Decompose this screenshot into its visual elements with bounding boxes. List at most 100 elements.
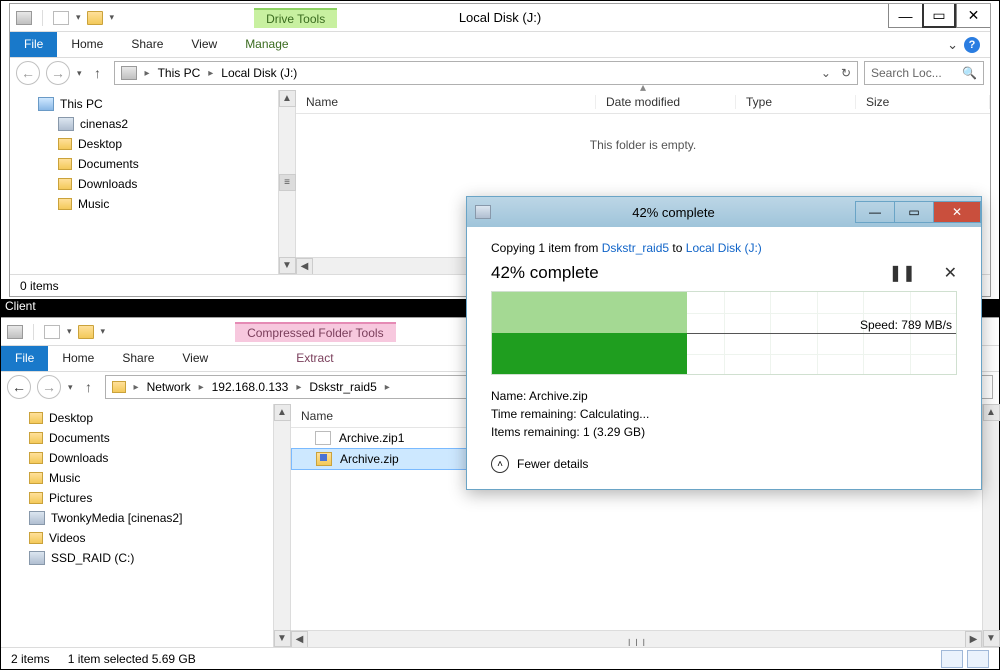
newfolder-icon[interactable]: [78, 325, 94, 339]
nav-item[interactable]: Desktop: [10, 134, 295, 154]
nav-pane[interactable]: This PC cinenas2 Desktop Documents Downl…: [10, 90, 296, 274]
collapse-handle-icon[interactable]: ▴: [640, 80, 646, 94]
nav-label: Pictures: [49, 491, 92, 505]
tab-file[interactable]: File: [10, 32, 57, 57]
scroll-down-button[interactable]: ▼: [274, 630, 291, 647]
pause-button[interactable]: ❚❚: [889, 263, 916, 283]
qat-more-icon[interactable]: ▾: [101, 326, 106, 337]
copy-source-link[interactable]: Dskstr_raid5: [602, 241, 669, 255]
nav-item[interactable]: Videos: [1, 528, 290, 548]
nav-forward-button[interactable]: [37, 375, 61, 399]
close-button[interactable]: ✕: [956, 4, 990, 28]
dialog-close-button[interactable]: ✕: [933, 201, 981, 223]
view-icons-button[interactable]: [967, 650, 989, 668]
nav-item[interactable]: Downloads: [10, 174, 295, 194]
breadcrumb[interactable]: 192.168.0.133: [212, 380, 289, 394]
nav-up-button[interactable]: [79, 377, 99, 397]
chevron-right-icon[interactable]: ▸: [208, 68, 213, 79]
nav-item[interactable]: TwonkyMedia [cinenas2]: [1, 508, 290, 528]
addr-dropdown-icon[interactable]: ⌄: [821, 66, 831, 80]
col-date[interactable]: Date modified: [596, 95, 736, 109]
address-bar[interactable]: ▸ This PC ▸ Local Disk (J:) ⌄ ↻: [114, 61, 858, 85]
nav-back-button[interactable]: [7, 375, 31, 399]
dialog-titlebar[interactable]: 42% complete — ▭ ✕: [467, 197, 981, 227]
dialog-minimize-button[interactable]: —: [855, 201, 895, 223]
scroll-up-button[interactable]: ▲: [279, 90, 296, 107]
nav-item[interactable]: Documents: [1, 428, 290, 448]
scroll-thumb[interactable]: ≡: [279, 174, 296, 191]
nav-forward-button[interactable]: [46, 61, 70, 85]
chevron-right-icon[interactable]: ▸: [199, 382, 204, 393]
scroll-track[interactable]: ╷╷╷: [308, 632, 965, 646]
tab-share[interactable]: Share: [108, 346, 168, 371]
chevron-right-icon[interactable]: ▸: [385, 382, 390, 393]
tab-file[interactable]: File: [1, 346, 48, 371]
dialog-maximize-button[interactable]: ▭: [894, 201, 934, 223]
nav-item[interactable]: Desktop: [1, 408, 290, 428]
copy-dest-link[interactable]: Local Disk (J:): [686, 241, 762, 255]
nav-item[interactable]: Music: [10, 194, 295, 214]
scroll-down-button[interactable]: ▼: [983, 630, 1000, 647]
scroll-left-button[interactable]: ◀: [291, 631, 308, 648]
view-details-button[interactable]: [941, 650, 963, 668]
nav-history-icon[interactable]: ▾: [77, 68, 82, 79]
scroll-up-button[interactable]: ▲: [983, 404, 1000, 421]
cancel-button[interactable]: ✕: [944, 263, 957, 283]
folder-icon: [29, 472, 43, 484]
zip-icon: [316, 452, 332, 466]
nav-this-pc[interactable]: This PC: [10, 94, 295, 114]
tab-manage[interactable]: Manage: [231, 32, 302, 57]
nav-item[interactable]: Music: [1, 468, 290, 488]
nav-item[interactable]: cinenas2: [10, 114, 295, 134]
chevron-right-icon[interactable]: ▸: [134, 382, 139, 393]
nav-item[interactable]: SSD_RAID (C:): [1, 548, 290, 568]
nav-up-button[interactable]: [88, 63, 108, 83]
scroll-left-button[interactable]: ◀: [296, 258, 313, 275]
refresh-icon[interactable]: ↻: [841, 66, 851, 80]
context-tab-drive-tools: Drive Tools: [254, 8, 337, 28]
tab-view[interactable]: View: [168, 346, 222, 371]
breadcrumb[interactable]: This PC: [158, 66, 201, 80]
nav-item[interactable]: Documents: [10, 154, 295, 174]
breadcrumb[interactable]: Local Disk (J:): [221, 66, 297, 80]
tab-home[interactable]: Home: [57, 32, 117, 57]
chevron-right-icon[interactable]: ▸: [296, 382, 301, 393]
nav-pane[interactable]: Desktop Documents Downloads Music Pictur…: [1, 404, 291, 647]
nav-item[interactable]: Pictures: [1, 488, 290, 508]
nav-history-icon[interactable]: ▾: [68, 382, 73, 393]
tab-view[interactable]: View: [177, 32, 231, 57]
qat-more-icon[interactable]: ▾: [110, 12, 115, 23]
titlebar[interactable]: ▾ ▾ Drive Tools Local Disk (J:) — ▭ ✕: [10, 4, 990, 32]
breadcrumb[interactable]: Network: [147, 380, 191, 394]
scroll-right-button[interactable]: ▶: [965, 631, 982, 648]
separator: [42, 10, 43, 26]
dropdown-icon[interactable]: ▾: [76, 12, 81, 23]
fewer-details-toggle[interactable]: ˄ Fewer details: [491, 455, 957, 473]
properties-icon[interactable]: [53, 11, 69, 25]
file-icon: [315, 431, 331, 445]
search-input[interactable]: Search Loc... 🔍: [864, 61, 984, 85]
folder-icon: [29, 412, 43, 424]
ribbon-collapse-icon[interactable]: ⌄: [947, 37, 958, 53]
maximize-button[interactable]: ▭: [922, 4, 956, 28]
col-name[interactable]: Name: [296, 95, 596, 109]
search-icon: 🔍: [962, 66, 977, 80]
nav-back-button[interactable]: [16, 61, 40, 85]
scroll-down-button[interactable]: ▼: [279, 257, 296, 274]
col-size[interactable]: Size: [856, 95, 990, 109]
col-type[interactable]: Type: [736, 95, 856, 109]
tab-share[interactable]: Share: [117, 32, 177, 57]
chevron-right-icon[interactable]: ▸: [145, 68, 150, 79]
status-item-count: 0 items: [20, 279, 59, 293]
nav-item[interactable]: Downloads: [1, 448, 290, 468]
dropdown-icon[interactable]: ▾: [67, 326, 72, 337]
scroll-up-button[interactable]: ▲: [274, 404, 291, 421]
tab-home[interactable]: Home: [48, 346, 108, 371]
minimize-button[interactable]: —: [888, 4, 922, 28]
tab-extract[interactable]: Extract: [282, 346, 347, 371]
breadcrumb[interactable]: Dskstr_raid5: [309, 380, 376, 394]
newfolder-icon[interactable]: [87, 11, 103, 25]
properties-icon[interactable]: [44, 325, 60, 339]
nav-label: Music: [78, 197, 109, 211]
help-icon[interactable]: ?: [964, 37, 980, 53]
